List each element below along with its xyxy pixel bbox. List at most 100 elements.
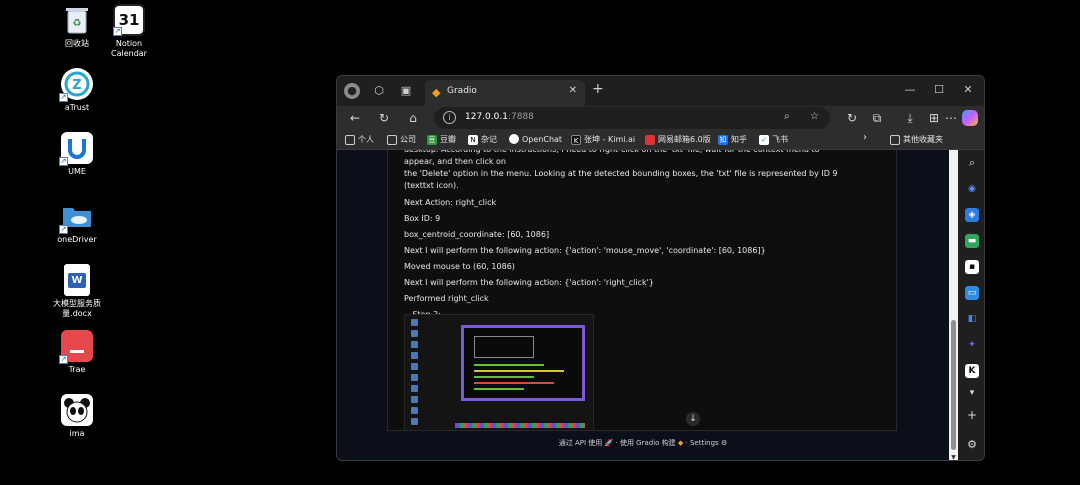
calendar-icon: 31 ↗ bbox=[113, 4, 145, 36]
chat-line: box_centroid_coordinate: [60, 1086] bbox=[404, 230, 550, 239]
url-text: 127.0.0.1:7888 bbox=[465, 112, 534, 122]
use-via-api-link[interactable]: 通过 API 使用 bbox=[559, 439, 603, 447]
terminal-icon[interactable]: ▪ bbox=[965, 260, 979, 274]
browser-window: ● ⬡ ▣ ◆ Gradio ✕ + — ☐ ✕ ← ↻ ⌂ i 127.0.0… bbox=[336, 75, 985, 461]
site-info-icon[interactable]: i bbox=[443, 111, 456, 124]
shortcut-arrow-icon: ↗ bbox=[59, 157, 68, 166]
screenshot-thumbnail[interactable] bbox=[404, 314, 594, 430]
desktop-icon-label: aTrust bbox=[64, 103, 90, 112]
copilot-sidebar-icon[interactable]: ◉ bbox=[965, 182, 979, 196]
chat-line: desktop. According to the instructions, … bbox=[404, 150, 838, 190]
refresh-icon[interactable]: ↻ bbox=[375, 109, 393, 127]
chat-line: Performed right_click bbox=[404, 294, 489, 303]
maximize-button[interactable]: ☐ bbox=[932, 83, 946, 96]
desktop-icon-label: UME bbox=[68, 167, 86, 176]
word-icon: W bbox=[64, 264, 90, 296]
back-icon[interactable]: ← bbox=[346, 109, 364, 127]
kimi-sidebar-icon[interactable]: K bbox=[965, 364, 979, 378]
bookmark-folder-company[interactable]: 公司 bbox=[387, 134, 416, 145]
browser-refresh-icon[interactable]: ↻ bbox=[843, 109, 861, 127]
shortcut-arrow-icon: ↗ bbox=[59, 93, 68, 102]
folder-icon bbox=[387, 134, 397, 145]
profile-avatar-icon[interactable]: ● bbox=[344, 83, 360, 99]
tab-gradio[interactable]: ◆ Gradio ✕ bbox=[425, 80, 585, 106]
shortcut-arrow-icon: ↗ bbox=[113, 27, 122, 36]
download-icon[interactable]: ⤓ bbox=[901, 109, 919, 127]
extensions-icon[interactable]: ⊞ bbox=[925, 109, 943, 127]
collections-icon[interactable]: ⧉ bbox=[868, 109, 886, 127]
desktop-icon-trae[interactable]: ↗ Trae bbox=[42, 330, 112, 375]
tab-actions-icon[interactable]: ▣ bbox=[398, 83, 414, 99]
desktop-icon-label: 大模型服务质 量.docx bbox=[53, 299, 101, 318]
trae-icon: ↗ bbox=[59, 330, 93, 364]
add-sidebar-item-icon[interactable]: + bbox=[965, 408, 979, 422]
chat-line: Moved mouse to (60, 1086) bbox=[404, 262, 515, 271]
page-content: desktop. According to the instructions, … bbox=[337, 150, 949, 460]
bookmark-feishu[interactable]: ✓ 飞书 bbox=[759, 134, 788, 145]
minimize-button[interactable]: — bbox=[903, 83, 917, 96]
gradio-footer: 通过 API 使用 🚀 · 使用 Gradio 构建 ◆ · Settings … bbox=[558, 439, 728, 447]
desktop-icon-docx[interactable]: W 大模型服务质 量.docx bbox=[42, 264, 112, 319]
built-with-gradio-link[interactable]: 使用 Gradio 构建 bbox=[620, 439, 676, 447]
recycle-bin-icon: ♻ bbox=[61, 4, 93, 36]
zoom-icon[interactable]: ⌕ bbox=[784, 111, 790, 122]
bookmark-notes[interactable]: N 杂记 bbox=[468, 134, 497, 145]
shortcut-arrow-icon: ↗ bbox=[59, 355, 68, 364]
bookmarks-overflow-chevron-icon[interactable]: › bbox=[863, 132, 867, 143]
bookmark-openchat[interactable]: OpenChat bbox=[509, 134, 562, 144]
more-menu-icon[interactable]: ⋯ bbox=[942, 109, 960, 127]
favorite-star-icon[interactable]: ☆ bbox=[810, 111, 819, 122]
workspaces-icon[interactable]: ⬡ bbox=[371, 83, 387, 99]
kimi-icon: K bbox=[571, 134, 581, 145]
bookmarks-bar: 个人 公司 豆豆瓣 N 杂记 OpenChat K 张坤 - Kimi.ai 网易邮… bbox=[337, 130, 984, 150]
chat-line: Next I will perform the following action… bbox=[404, 278, 654, 287]
chevron-down-icon[interactable]: ▾ bbox=[965, 386, 979, 400]
svg-text:♻: ♻ bbox=[73, 18, 82, 29]
copilot-icon[interactable] bbox=[962, 110, 978, 126]
scroll-down-arrow-icon[interactable]: ▼ bbox=[949, 454, 958, 460]
thumbnail-taskbar bbox=[455, 423, 585, 428]
desktop-icon-label: ima bbox=[69, 429, 85, 438]
bookmark-douban[interactable]: 豆豆瓣 bbox=[427, 134, 456, 145]
gear-icon: ⚙ bbox=[720, 439, 728, 447]
settings-link[interactable]: Settings bbox=[690, 439, 719, 447]
page-scrollbar[interactable]: ▼ bbox=[949, 150, 958, 460]
tools-icon[interactable]: ▬ bbox=[965, 234, 979, 248]
desktop-icon-atrust[interactable]: Z ↗ aTrust bbox=[42, 68, 112, 113]
desktop-icon-label: 回收站 bbox=[65, 39, 89, 48]
gear-icon[interactable]: ⚙ bbox=[965, 438, 979, 452]
bookmark-kimi[interactable]: K 张坤 - Kimi.ai bbox=[571, 134, 635, 145]
bookmark-netease-mail[interactable]: 网易邮箱6.0版 bbox=[645, 134, 711, 145]
close-window-button[interactable]: ✕ bbox=[961, 83, 975, 96]
address-bar[interactable]: i 127.0.0.1:7888 ⌕ ☆ bbox=[434, 107, 830, 129]
close-tab-icon[interactable]: ✕ bbox=[569, 85, 577, 96]
bookmark-folder-personal[interactable]: 个人 bbox=[345, 134, 374, 145]
other-bookmarks-folder[interactable]: 其他收藏夹 bbox=[890, 134, 943, 145]
edge-sidebar: ⌕ ◉ ◈ ▬ ▪ ▭ ◧ ✦ K ▾ + ⚙ bbox=[958, 150, 984, 460]
word-glyph: W bbox=[68, 272, 86, 288]
panda-icon bbox=[61, 394, 93, 426]
desktop-icon-ume[interactable]: ↗ UME bbox=[42, 132, 112, 177]
tab-title: Gradio bbox=[447, 86, 477, 96]
svg-text:Z: Z bbox=[72, 78, 81, 93]
outlook-icon[interactable]: ▭ bbox=[965, 286, 979, 300]
notion-icon: N bbox=[468, 134, 478, 145]
desktop-icon-label: oneDriver bbox=[57, 235, 97, 244]
desktop-icon-ima[interactable]: ima bbox=[42, 394, 112, 439]
desktop-icon-onedriver[interactable]: ↗ oneDriver bbox=[42, 200, 112, 245]
scroll-down-button[interactable]: ↓ bbox=[686, 412, 700, 426]
new-tab-button[interactable]: + bbox=[592, 81, 604, 97]
home-icon[interactable]: ⌂ bbox=[404, 109, 422, 127]
thumbnail-desktop-icons bbox=[411, 319, 420, 429]
chat-line: Next Action: right_click bbox=[404, 198, 497, 207]
office-icon[interactable]: ◧ bbox=[965, 312, 979, 326]
desktop-icon-notion-calendar[interactable]: 31 ↗ Notion Calendar bbox=[94, 4, 164, 59]
search-icon[interactable]: ⌕ bbox=[965, 156, 979, 170]
sparkle-icon[interactable]: ✦ bbox=[965, 338, 979, 352]
bookmark-zhihu[interactable]: 知知乎 bbox=[718, 134, 747, 145]
atrust-icon: Z ↗ bbox=[59, 68, 93, 102]
desktop-icon-label: Trae bbox=[68, 365, 86, 374]
folder-icon: ↗ bbox=[59, 200, 93, 234]
shopping-icon[interactable]: ◈ bbox=[965, 208, 979, 222]
rocket-icon: 🚀 bbox=[604, 439, 614, 447]
